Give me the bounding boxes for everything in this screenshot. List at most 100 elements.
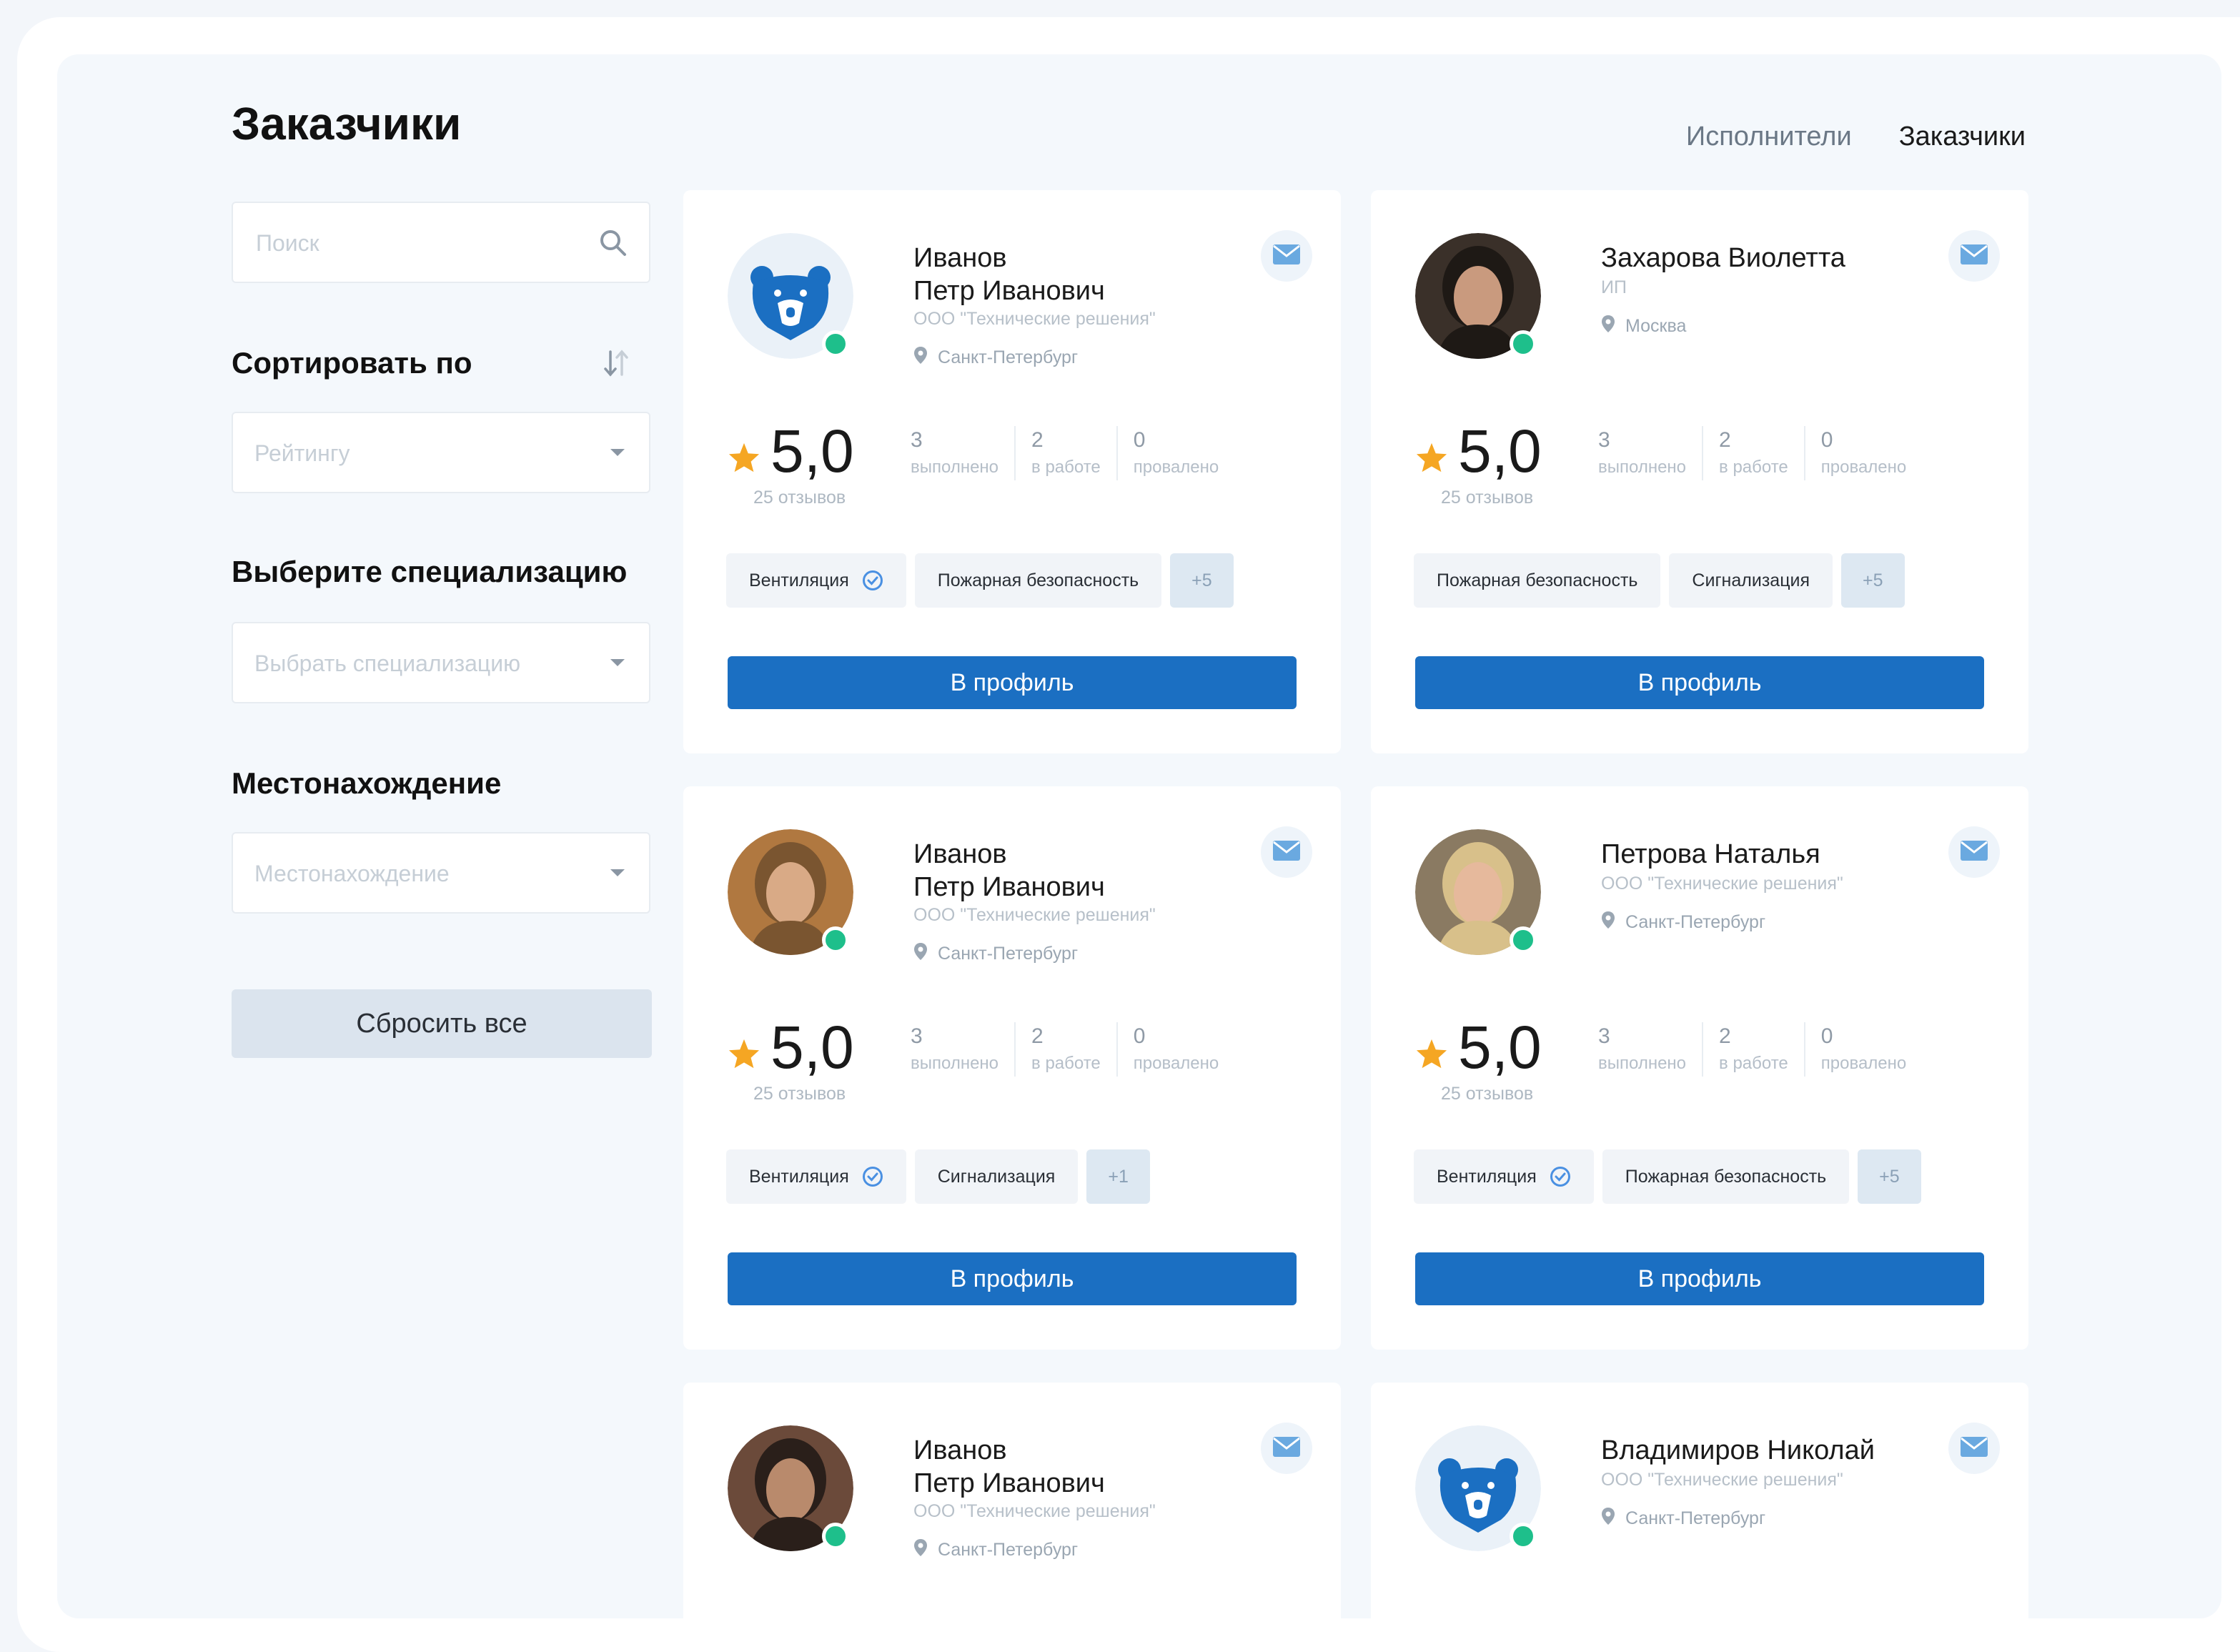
stat-label: выполнено: [911, 1054, 999, 1073]
message-button[interactable]: [1948, 826, 2000, 878]
search-icon[interactable]: [598, 227, 629, 262]
stat-number: 0: [1133, 428, 1146, 452]
tab-performers[interactable]: Исполнители: [1686, 122, 1852, 152]
stat-label: провалено: [1133, 457, 1219, 477]
reset-all-button[interactable]: Сбросить все: [232, 989, 652, 1058]
customer-card: Иванов Петр Иванович ООО "Технические реш…: [683, 786, 1341, 1350]
customer-card: Иванов Петр Иванович ООО "Технические реш…: [683, 1383, 1341, 1618]
tab-customers[interactable]: Заказчики: [1899, 122, 2026, 152]
customer-company: ООО "Технические решения": [913, 905, 1156, 925]
customer-location: Санкт-Петербург: [1601, 1507, 1765, 1530]
message-button[interactable]: [1261, 1423, 1312, 1474]
stat-label: в работе: [1031, 457, 1101, 477]
specialization-tag[interactable]: Вентиляция: [726, 553, 906, 608]
specialization-tags: Вентиляция Пожарная безопасность +5: [726, 553, 1234, 608]
search-box: [232, 202, 650, 283]
profile-button[interactable]: В профиль: [728, 1252, 1297, 1305]
customer-name[interactable]: Владимиров Николай: [1601, 1434, 1930, 1467]
stat-label: в работе: [1031, 1054, 1101, 1073]
profile-button[interactable]: В профиль: [728, 656, 1297, 709]
tag-label: Вентиляция: [749, 570, 849, 590]
location-pin-icon: [913, 1538, 928, 1562]
specialization-tag[interactable]: Сигнализация: [1669, 553, 1833, 608]
stat-item: 2 в работе: [1702, 426, 1804, 480]
online-status-dot: [1510, 330, 1537, 357]
specialization-select[interactable]: Выбрать специализацию: [232, 622, 650, 703]
location-select[interactable]: Местонахождение: [232, 832, 650, 914]
customer-location: Москва: [1601, 315, 1686, 338]
location-pin-icon: [1601, 911, 1615, 934]
customer-name[interactable]: Иванов Петр Иванович: [913, 242, 1242, 307]
sort-select[interactable]: Рейтингу: [232, 412, 650, 493]
tag-label: Пожарная безопасность: [1437, 570, 1638, 590]
location-pin-icon: [1601, 1507, 1615, 1530]
specialization-tag[interactable]: Сигнализация: [914, 1149, 1079, 1204]
tag-label: Пожарная безопасность: [937, 570, 1139, 590]
specialization-tag[interactable]: Пожарная безопасность: [1602, 1149, 1850, 1204]
stat-item: 0 провалено: [1116, 1022, 1234, 1077]
reviews-count[interactable]: 25 отзывов: [1441, 1084, 1533, 1104]
star-icon: [728, 1038, 760, 1073]
online-status-dot: [822, 1523, 849, 1550]
stat-number: 0: [1133, 1024, 1146, 1048]
stat-number: 0: [1820, 428, 1833, 452]
stat-item: 2 в работе: [1014, 1022, 1116, 1077]
message-button[interactable]: [1261, 230, 1312, 282]
profile-button[interactable]: В профиль: [1415, 1252, 1984, 1305]
stat-number: 3: [911, 428, 923, 452]
stat-item: 3 выполнено: [911, 1022, 1014, 1077]
mail-icon: [1272, 840, 1301, 865]
location-text: Санкт-Петербург: [1625, 912, 1766, 932]
stat-label: провалено: [1133, 1054, 1219, 1073]
stat-number: 2: [1719, 1024, 1731, 1048]
location-pin-icon: [913, 346, 928, 370]
location-placeholder: Местонахождение: [254, 861, 450, 886]
star-icon: [1415, 1038, 1448, 1073]
message-button[interactable]: [1948, 230, 2000, 282]
reviews-count[interactable]: 25 отзывов: [753, 1084, 846, 1104]
location-pin-icon: [1601, 315, 1615, 338]
customer-company: ООО "Технические решения": [913, 1501, 1156, 1521]
mail-icon: [1272, 1436, 1301, 1461]
message-button[interactable]: [1948, 1423, 2000, 1474]
chevron-down-icon: [610, 659, 625, 666]
specialization-tag[interactable]: Пожарная безопасность: [1414, 553, 1661, 608]
customer-name[interactable]: Иванов Петр Иванович: [913, 1434, 1242, 1500]
stat-number: 3: [1598, 428, 1610, 452]
stat-number: 2: [1719, 428, 1731, 452]
customer-name[interactable]: Петрова Наталья: [1601, 838, 1930, 871]
message-button[interactable]: [1261, 826, 1312, 878]
stat-item: 3 выполнено: [1598, 1022, 1702, 1077]
sort-label: Сортировать по: [232, 346, 472, 380]
more-tags-badge[interactable]: +5: [1170, 553, 1234, 608]
tag-label: Вентиляция: [749, 1166, 849, 1187]
customer-company: ООО "Технические решения": [1601, 874, 1843, 894]
customer-location: Санкт-Петербург: [1601, 911, 1765, 934]
customer-name[interactable]: Иванов Петр Иванович: [913, 838, 1242, 904]
customer-location: Санкт-Петербург: [913, 346, 1078, 370]
specialization-tag[interactable]: Пожарная безопасность: [914, 553, 1162, 608]
profile-button[interactable]: В профиль: [1415, 656, 1984, 709]
order-stats: 3 выполнено 2 в работе 0 провалено: [1598, 426, 1922, 480]
tag-label: Сигнализация: [1692, 570, 1810, 590]
stat-label: провалено: [1820, 1054, 1907, 1073]
reviews-count[interactable]: 25 отзывов: [753, 488, 846, 508]
rating-value: 5,0: [770, 417, 854, 485]
customer-company: ИП: [1601, 277, 1627, 297]
more-tags-badge[interactable]: +1: [1086, 1149, 1150, 1204]
stat-number: 0: [1820, 1024, 1833, 1048]
stat-label: выполнено: [1598, 457, 1687, 477]
specialization-label: Выберите специализацию: [232, 555, 628, 588]
specialization-placeholder: Выбрать специализацию: [254, 651, 521, 676]
specialization-tag[interactable]: Вентиляция: [1414, 1149, 1594, 1204]
search-input[interactable]: [254, 203, 593, 283]
more-tags-badge[interactable]: +5: [1858, 1149, 1921, 1204]
stat-label: провалено: [1820, 457, 1907, 477]
more-tags-badge[interactable]: +5: [1841, 553, 1905, 608]
sort-select-value: Рейтингу: [254, 440, 350, 466]
sort-direction-icon[interactable]: [602, 347, 630, 382]
customer-name[interactable]: Захарова Виолетта: [1601, 242, 1930, 274]
rating-value: 5,0: [1458, 417, 1542, 485]
specialization-tag[interactable]: Вентиляция: [726, 1149, 906, 1204]
reviews-count[interactable]: 25 отзывов: [1441, 488, 1533, 508]
